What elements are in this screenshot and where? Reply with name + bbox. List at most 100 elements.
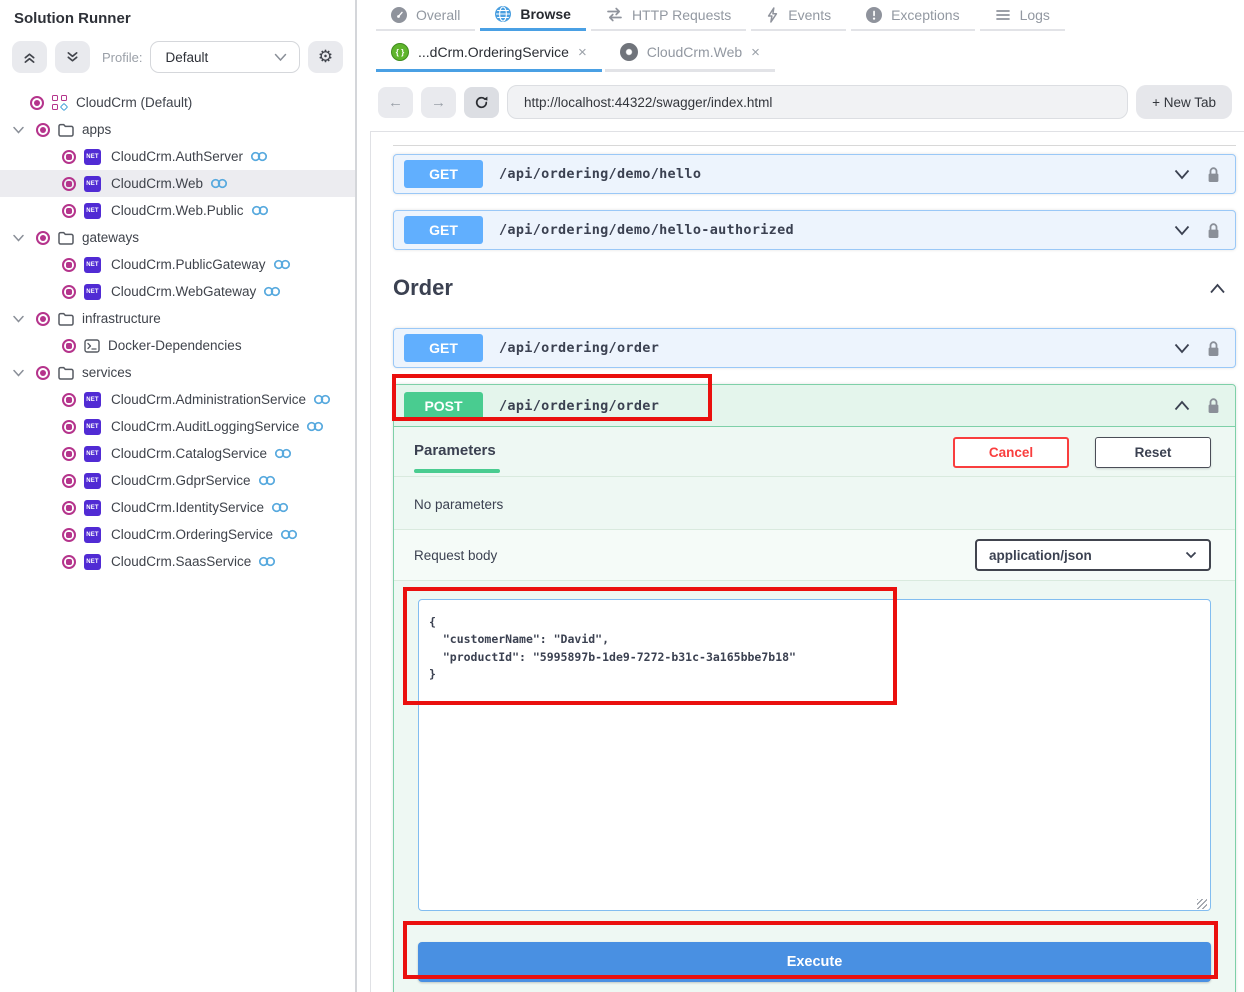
tab-label: Events bbox=[788, 7, 831, 23]
tree-item-cloudcrm-catalogservice[interactable]: NET CloudCrm.CatalogService bbox=[0, 440, 355, 467]
cancel-button[interactable]: Cancel bbox=[953, 437, 1069, 468]
refresh-button[interactable] bbox=[464, 87, 499, 118]
tree-item-cloudcrm-gdprservice[interactable]: NET CloudCrm.GdprService bbox=[0, 467, 355, 494]
browse-link-icon[interactable] bbox=[251, 205, 269, 216]
close-icon[interactable]: × bbox=[578, 45, 587, 60]
lightning-icon bbox=[766, 7, 779, 23]
forward-button[interactable]: → bbox=[421, 87, 456, 118]
browse-link-icon[interactable] bbox=[250, 151, 268, 162]
close-icon[interactable]: × bbox=[751, 45, 760, 60]
run-state-icon bbox=[36, 366, 50, 380]
url-input[interactable] bbox=[507, 85, 1128, 119]
method-badge: GET bbox=[404, 216, 483, 244]
browse-link-icon[interactable] bbox=[306, 421, 324, 432]
tab-exceptions[interactable]: Exceptions bbox=[851, 0, 974, 31]
tab-http-requests[interactable]: HTTP Requests bbox=[591, 0, 746, 31]
order-section-header[interactable]: Order bbox=[393, 266, 1236, 310]
browse-link-icon[interactable] bbox=[258, 475, 276, 486]
parameters-title: Parameters bbox=[414, 442, 496, 473]
tree-item-folder-apps[interactable]: apps bbox=[0, 116, 355, 143]
execute-button[interactable]: Execute bbox=[418, 942, 1211, 982]
browser-tab-cloudcrm-web[interactable]: CloudCrm.Web × bbox=[605, 35, 775, 72]
tree-item-cloudcrm-web-public[interactable]: NET CloudCrm.Web.Public bbox=[0, 197, 355, 224]
browse-link-icon[interactable] bbox=[271, 502, 289, 513]
dotnet-icon: NET bbox=[84, 284, 101, 300]
content-type-select[interactable]: application/json bbox=[975, 539, 1211, 571]
request-body-textarea[interactable]: { "customerName": "David", "productId": … bbox=[418, 599, 1211, 911]
solution-tree: CloudCrm (Default) apps NET CloudCrm.Aut… bbox=[0, 89, 355, 575]
endpoint-get-demo-hello[interactable]: GET /api/ordering/demo/hello bbox=[393, 154, 1236, 194]
tab-label: Overall bbox=[416, 7, 460, 23]
tree-item-cloudcrm-authserver[interactable]: NET CloudCrm.AuthServer bbox=[0, 143, 355, 170]
content-type-value: application/json bbox=[989, 548, 1185, 563]
tree-item-cloudcrm-web[interactable]: NET CloudCrm.Web bbox=[0, 170, 355, 197]
no-parameters-text: No parameters bbox=[394, 477, 1235, 529]
tree-item-cloudcrm-webgateway[interactable]: NET CloudCrm.WebGateway bbox=[0, 278, 355, 305]
tree-item-cloudcrm-publicgateway[interactable]: NET CloudCrm.PublicGateway bbox=[0, 251, 355, 278]
gear-icon: ⚙ bbox=[318, 47, 333, 67]
tree-item-solution-root[interactable]: CloudCrm (Default) bbox=[0, 89, 355, 116]
run-state-icon bbox=[30, 96, 44, 110]
tree-item-label: Docker-Dependencies bbox=[108, 338, 242, 353]
lock-icon[interactable] bbox=[1206, 222, 1221, 239]
chevron-down-icon[interactable] bbox=[13, 315, 24, 323]
tree-item-folder-infrastructure[interactable]: infrastructure bbox=[0, 305, 355, 332]
endpoint-get-order[interactable]: GET /api/ordering/order bbox=[393, 328, 1236, 368]
folder-icon bbox=[58, 312, 74, 326]
browse-link-icon[interactable] bbox=[274, 448, 292, 459]
endpoint-get-demo-hello-authorized[interactable]: GET /api/ordering/demo/hello-authorized bbox=[393, 210, 1236, 250]
tree-item-label: CloudCrm.CatalogService bbox=[111, 446, 267, 461]
chevron-down-icon[interactable] bbox=[13, 369, 24, 377]
browse-link-icon[interactable] bbox=[258, 556, 276, 567]
back-button[interactable]: ← bbox=[378, 87, 413, 118]
request-body-label: Request body bbox=[414, 548, 497, 563]
dotnet-icon: NET bbox=[84, 203, 101, 219]
collapse-all-button[interactable] bbox=[12, 41, 47, 73]
folder-icon bbox=[58, 231, 74, 245]
tree-item-cloudcrm-administrationservice[interactable]: NET CloudCrm.AdministrationService bbox=[0, 386, 355, 413]
tree-item-cloudcrm-orderingservice[interactable]: NET CloudCrm.OrderingService bbox=[0, 521, 355, 548]
chevron-down-icon[interactable] bbox=[1174, 343, 1190, 354]
browse-link-icon[interactable] bbox=[280, 529, 298, 540]
chevron-down-icon[interactable] bbox=[13, 126, 24, 134]
tree-item-folder-gateways[interactable]: gateways bbox=[0, 224, 355, 251]
dotnet-icon: NET bbox=[84, 392, 101, 408]
tree-item-cloudcrm-identityservice[interactable]: NET CloudCrm.IdentityService bbox=[0, 494, 355, 521]
browser-tab-orderingservice[interactable]: { } ...dCrm.OrderingService × bbox=[376, 35, 602, 72]
tab-browse[interactable]: Browse bbox=[480, 0, 586, 31]
resize-grip-icon[interactable] bbox=[1197, 899, 1207, 909]
list-icon bbox=[995, 9, 1011, 21]
settings-button[interactable]: ⚙ bbox=[308, 41, 343, 73]
lock-icon[interactable] bbox=[1206, 340, 1221, 357]
tree-item-cloudcrm-auditloggingservice[interactable]: NET CloudCrm.AuditLoggingService bbox=[0, 413, 355, 440]
browse-link-icon[interactable] bbox=[263, 286, 281, 297]
tab-overall[interactable]: Overall bbox=[376, 0, 475, 31]
tree-item-label: CloudCrm.Web.Public bbox=[111, 203, 244, 218]
tab-events[interactable]: Events bbox=[751, 0, 846, 31]
endpoint-post-order-header[interactable]: POST /api/ordering/order bbox=[394, 385, 1235, 427]
chevron-up-icon[interactable] bbox=[1174, 400, 1190, 411]
browse-link-icon[interactable] bbox=[273, 259, 291, 270]
run-state-icon bbox=[36, 312, 50, 326]
chevron-down-icon[interactable] bbox=[1174, 225, 1190, 236]
browse-link-icon[interactable] bbox=[313, 394, 331, 405]
profile-select[interactable]: Default bbox=[150, 41, 300, 73]
tree-item-cloudcrm-saasservice[interactable]: NET CloudCrm.SaasService bbox=[0, 548, 355, 575]
lock-icon[interactable] bbox=[1206, 397, 1221, 414]
tree-item-docker-dependencies[interactable]: Docker-Dependencies bbox=[0, 332, 355, 359]
run-state-icon bbox=[62, 204, 76, 218]
solution-runner-panel: Solution Runner Profile: Default ⚙ Cloud… bbox=[0, 0, 357, 992]
expand-all-button[interactable] bbox=[55, 41, 90, 73]
panel-splitter[interactable] bbox=[357, 0, 368, 992]
reset-button[interactable]: Reset bbox=[1095, 437, 1211, 468]
new-tab-button[interactable]: + New Tab bbox=[1136, 85, 1232, 119]
execute-section: Execute bbox=[394, 914, 1235, 992]
tab-logs[interactable]: Logs bbox=[980, 0, 1065, 31]
chevron-down-icon[interactable] bbox=[13, 234, 24, 242]
chevron-up-icon[interactable] bbox=[1209, 283, 1226, 294]
tree-item-label: infrastructure bbox=[82, 311, 161, 326]
chevron-down-icon[interactable] bbox=[1174, 169, 1190, 180]
tree-item-folder-services[interactable]: services bbox=[0, 359, 355, 386]
lock-icon[interactable] bbox=[1206, 166, 1221, 183]
browse-link-icon[interactable] bbox=[210, 178, 228, 189]
